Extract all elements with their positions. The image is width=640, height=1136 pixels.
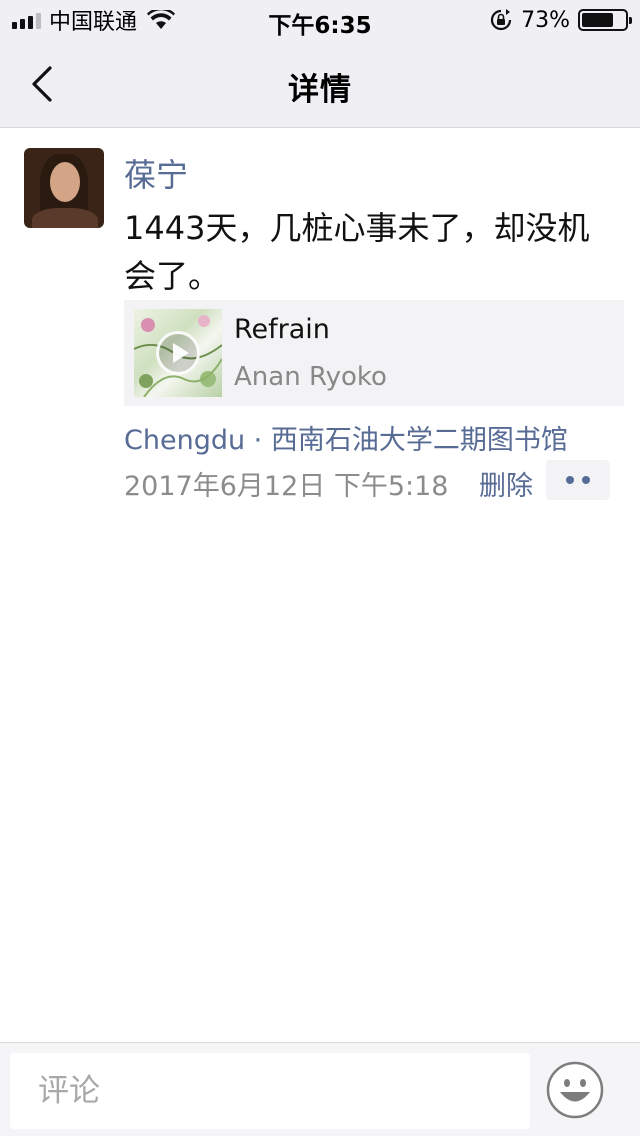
song-artist: Anan Ryoko (234, 362, 387, 392)
avatar-face (50, 162, 80, 202)
avatar-shoulder (32, 208, 98, 228)
status-bar: 中国联通 下午6:35 73% (0, 0, 640, 40)
play-icon[interactable] (156, 331, 200, 375)
song-title: Refrain (234, 314, 330, 345)
more-dots-icon[interactable] (546, 460, 610, 500)
post-text: 1443天，几桩心事未了，却没机会了。 (124, 209, 590, 295)
rotation-lock-icon (491, 9, 512, 31)
battery-level (582, 13, 613, 27)
status-right: 73% (489, 6, 632, 34)
dot (582, 476, 590, 484)
location-link[interactable]: Chengdu · 西南石油大学二期图书馆 (124, 418, 568, 457)
post-timestamp: 2017年6月12日 下午5:18 (124, 471, 449, 502)
comment-input[interactable] (10, 1053, 530, 1129)
avatar[interactable] (24, 148, 104, 228)
smiley-face-icon[interactable] (546, 1061, 604, 1119)
dot (566, 476, 574, 484)
delete-button[interactable]: 删除 (479, 464, 533, 503)
battery-percent: 73% (521, 7, 570, 33)
username[interactable]: 葆宁 (124, 150, 188, 196)
post-meta: 2017年6月12日 下午5:18 删除 (124, 460, 614, 503)
battery-icon (578, 9, 632, 31)
music-share-card[interactable]: Refrain Anan Ryoko (124, 300, 624, 406)
comment-bar (0, 1042, 640, 1136)
page-title: 详情 (288, 72, 352, 108)
navigation-bar: 详情 (0, 40, 640, 128)
play-triangle (173, 343, 189, 363)
album-cover (134, 309, 222, 397)
